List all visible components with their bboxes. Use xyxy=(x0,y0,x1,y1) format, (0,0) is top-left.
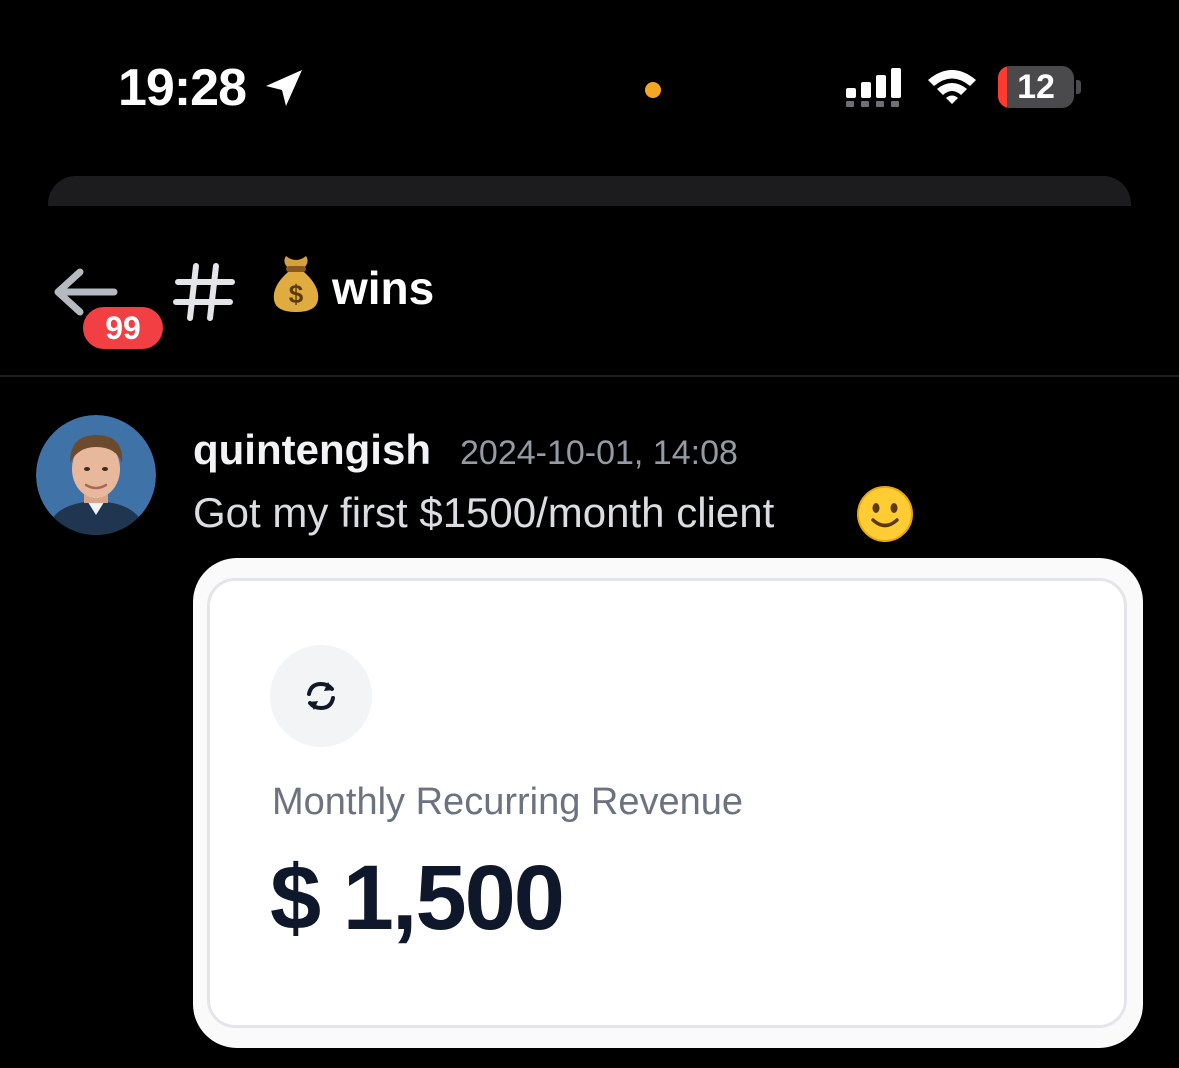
message-attachment-image[interactable]: Monthly Recurring Revenue $ 1,500 xyxy=(193,558,1143,1048)
channel-name[interactable]: wins xyxy=(332,260,434,316)
card-label: Monthly Recurring Revenue xyxy=(272,781,744,823)
status-bar: 19:28 12 xyxy=(0,0,1179,150)
message-timestamp: 2024-10-01, 14:08 xyxy=(460,434,738,472)
wifi-icon xyxy=(928,70,976,104)
svg-text:$: $ xyxy=(289,279,304,309)
refresh-cycle-icon xyxy=(307,681,335,711)
money-bag-icon: $ xyxy=(273,256,319,312)
avatar-photo xyxy=(36,415,156,535)
slightly-smiling-face-icon xyxy=(857,486,913,542)
hashtag-icon xyxy=(173,263,235,321)
card-icon-circle xyxy=(270,645,372,747)
header-divider xyxy=(0,375,1179,377)
battery-level: 12 xyxy=(1017,68,1055,106)
sheet-edge xyxy=(48,176,1131,206)
status-time: 19:28 xyxy=(118,59,247,117)
message-text: Got my first $1500/month client xyxy=(193,489,775,536)
card-value: $ 1,500 xyxy=(270,847,565,949)
battery-indicator: 12 xyxy=(998,66,1074,108)
battery-nub xyxy=(1076,80,1081,94)
privacy-indicator-dot xyxy=(645,82,661,98)
message-author[interactable]: quintengish xyxy=(193,424,431,476)
unread-badge: 99 xyxy=(80,304,166,352)
avatar[interactable] xyxy=(36,415,156,535)
cellular-signal-icon xyxy=(846,68,901,107)
mrr-card: Monthly Recurring Revenue $ 1,500 xyxy=(207,578,1127,1028)
channel-header: 99 $ wins xyxy=(0,206,1179,376)
location-arrow-icon xyxy=(266,70,302,106)
